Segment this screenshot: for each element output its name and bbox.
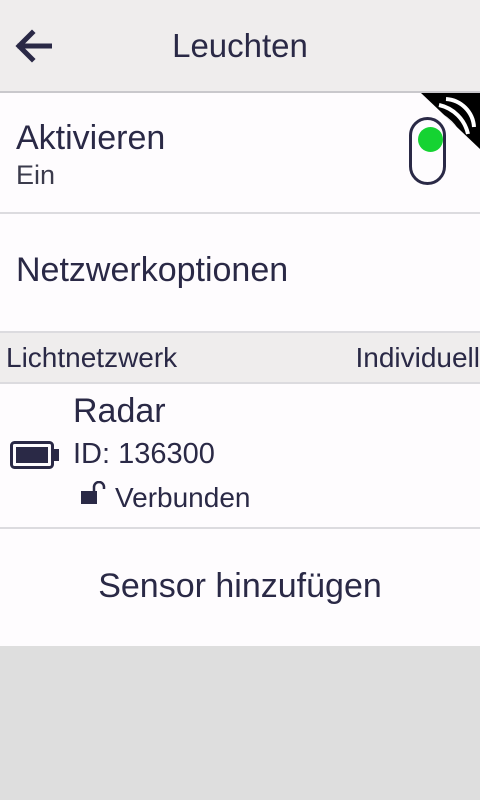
sensor-item[interactable]: Radar ID: 136300 Verbunden bbox=[0, 384, 480, 527]
add-sensor-label: Sensor hinzufügen bbox=[98, 567, 382, 605]
arrow-left-icon bbox=[15, 29, 52, 63]
battery-full-icon bbox=[10, 441, 59, 469]
top-bar: Leuchten bbox=[0, 0, 480, 93]
sensor-name: Radar bbox=[73, 392, 166, 430]
activate-label: Aktivieren bbox=[16, 119, 166, 157]
sensor-id: ID: 136300 bbox=[73, 438, 215, 470]
activate-row: Aktivieren Ein bbox=[0, 93, 480, 212]
back-button[interactable] bbox=[8, 22, 58, 70]
sensor-status: Verbunden bbox=[115, 482, 251, 513]
activate-value: Ein bbox=[16, 160, 56, 190]
light-network-label: Lichtnetzwerk bbox=[6, 342, 178, 373]
unlocked-icon bbox=[81, 481, 106, 504]
light-network-header: Lichtnetzwerk Individuell bbox=[0, 333, 480, 382]
page-title: Leuchten bbox=[172, 27, 308, 64]
network-options-row[interactable]: Netzwerkoptionen bbox=[0, 214, 480, 331]
wireless-signal-icon bbox=[421, 93, 480, 149]
network-options-label: Netzwerkoptionen bbox=[16, 251, 289, 289]
light-network-value: Individuell bbox=[355, 342, 480, 373]
add-sensor-button[interactable]: Sensor hinzufügen bbox=[0, 529, 480, 646]
